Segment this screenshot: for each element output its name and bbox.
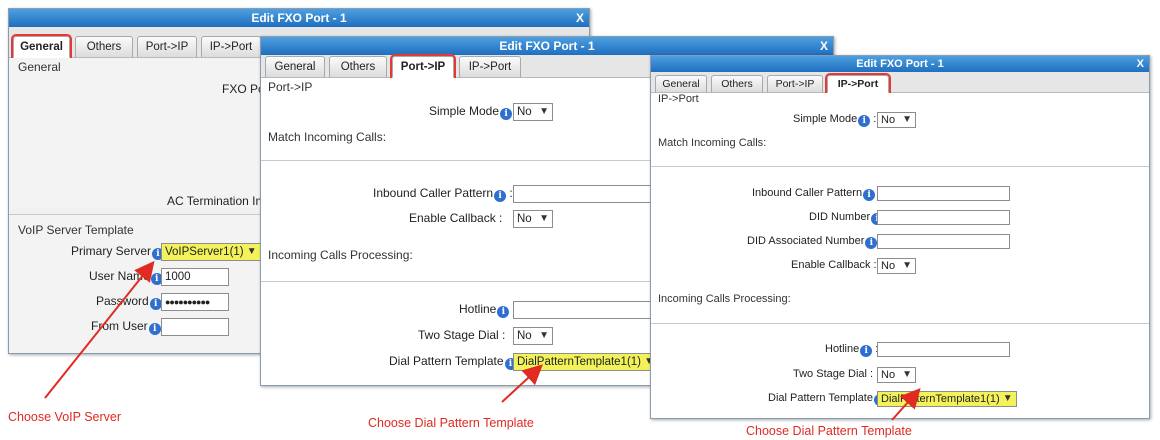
arrow-dial-2 — [891, 388, 921, 421]
annotation-choose-dial-2: Choose Dial Pattern Template — [746, 424, 912, 438]
annotation-arrows — [44, 260, 921, 421]
arrow-dial-1 — [501, 364, 543, 403]
arrow-voip — [44, 260, 155, 399]
annotation-choose-voip: Choose VoIP Server — [8, 410, 122, 424]
annotation-choose-dial-1: Choose Dial Pattern Template — [368, 416, 534, 430]
